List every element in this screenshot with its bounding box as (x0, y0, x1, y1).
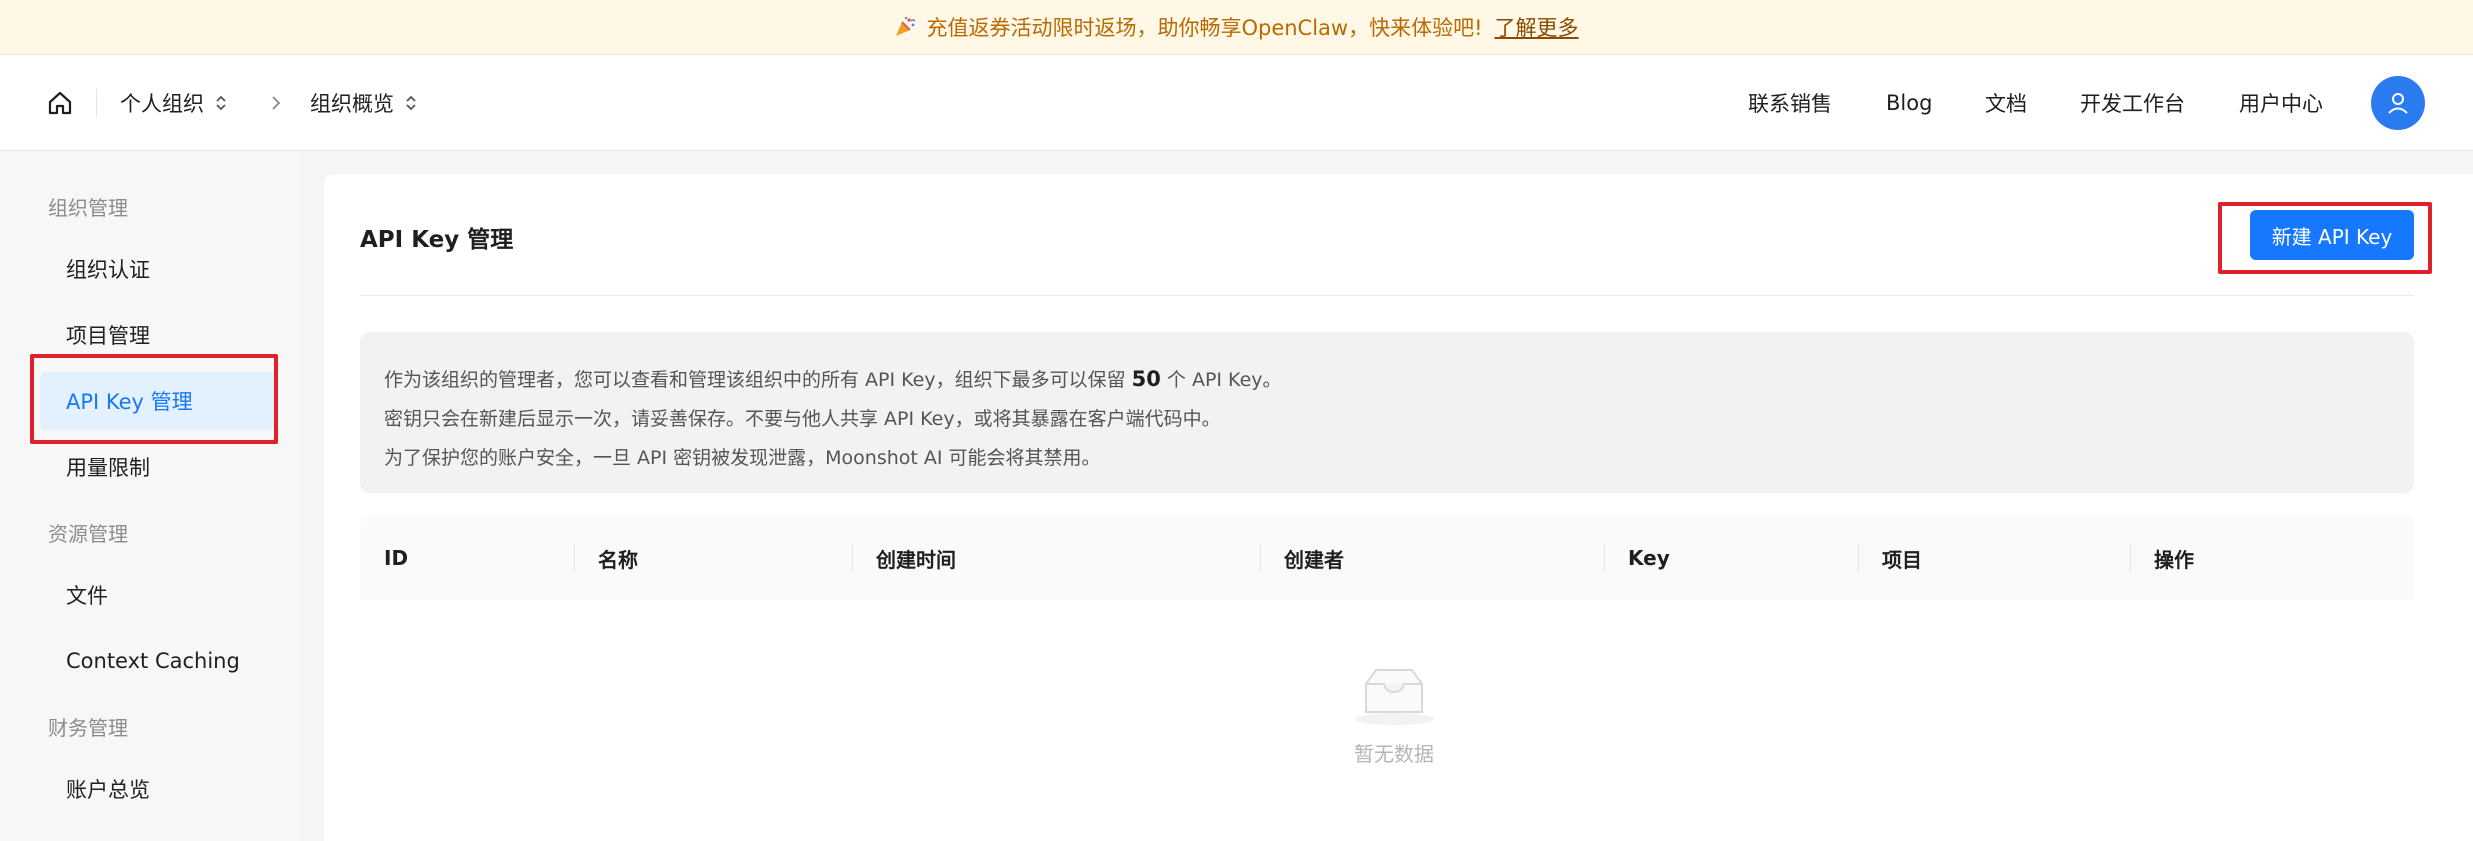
new-api-key-button[interactable]: 新建 API Key (2250, 210, 2414, 260)
breadcrumb-overview-label: 组织概览 (310, 92, 394, 116)
empty-inbox-icon (1354, 669, 1434, 725)
nav-contact-sales[interactable]: 联系销售 (1748, 89, 1832, 117)
sidebar: 组织管理 组织认证 项目管理 API Key 管理 用量限制 资源管理 文件 C… (0, 152, 300, 841)
title-divider (360, 295, 2414, 296)
header-divider (96, 89, 97, 117)
user-icon (2388, 93, 2408, 114)
sidebar-group-finance: 财务管理 (48, 716, 128, 740)
column-separator (574, 544, 575, 572)
empty-state: 暂无数据 (1324, 664, 1464, 767)
empty-state-text: 暂无数据 (1354, 742, 1434, 766)
nav-dev-workbench[interactable]: 开发工作台 (2080, 89, 2185, 117)
sidebar-group-resources: 资源管理 (48, 522, 128, 546)
column-separator (2130, 544, 2131, 572)
chevron-right-icon (272, 96, 281, 110)
column-separator (1260, 544, 1261, 572)
notice-line-1: 作为该组织的管理者，您可以查看和管理该组织中的所有 API Key，组织下最多可… (384, 360, 2390, 400)
nav-user-center[interactable]: 用户中心 (2239, 89, 2323, 117)
sidebar-item-files[interactable]: 文件 (40, 566, 276, 624)
main-card: API Key 管理 新建 API Key 作为该组织的管理者，您可以查看和管理… (324, 174, 2473, 841)
column-created-time: 创建时间 (876, 547, 956, 572)
notice-key-limit: 50 (1131, 367, 1161, 391)
sidebar-group-org: 组织管理 (48, 196, 128, 220)
home-icon[interactable] (46, 89, 74, 117)
party-popper-icon (896, 16, 916, 36)
column-key: Key (1628, 546, 1670, 570)
notice-line-1-suffix: 个 API Key。 (1166, 369, 1282, 391)
chevron-updown-icon (406, 95, 416, 111)
info-notice: 作为该组织的管理者，您可以查看和管理该组织中的所有 API Key，组织下最多可… (360, 332, 2414, 493)
sidebar-item-projects[interactable]: 项目管理 (40, 306, 276, 364)
promo-banner: 充值返券活动限时返场，助你畅享OpenClaw，快来体验吧! 了解更多 (0, 0, 2473, 55)
table-header: ID 名称 创建时间 创建者 Key 项目 操作 (360, 517, 2414, 599)
column-project: 项目 (1882, 547, 1922, 572)
column-actions: 操作 (2154, 547, 2194, 572)
breadcrumb-organization[interactable]: 个人组织 (120, 89, 228, 117)
breadcrumb-org-label: 个人组织 (120, 92, 204, 116)
nav-docs[interactable]: 文档 (1985, 89, 2027, 117)
top-header: 个人组织 组织概览 联系销售 Blog 文档 开发工作台 用户中心 (0, 55, 2473, 151)
column-name: 名称 (598, 547, 638, 572)
column-separator (1604, 544, 1605, 572)
notice-line-1-prefix: 作为该组织的管理者，您可以查看和管理该组织中的所有 API Key，组织下最多可… (384, 369, 1126, 391)
banner-text: 充值返券活动限时返场，助你畅享OpenClaw，快来体验吧! (926, 16, 1483, 40)
sidebar-item-org-verification[interactable]: 组织认证 (40, 240, 276, 298)
learn-more-link[interactable]: 了解更多 (1495, 12, 1579, 42)
notice-line-3: 为了保护您的账户安全，一旦 API 密钥被发现泄露，Moonshot AI 可能… (384, 447, 1101, 469)
sidebar-item-api-keys[interactable]: API Key 管理 (40, 372, 276, 430)
sidebar-item-context-caching[interactable]: Context Caching (40, 632, 276, 690)
sidebar-item-account-overview[interactable]: 账户总览 (40, 760, 276, 818)
column-separator (1858, 544, 1859, 572)
nav-blog[interactable]: Blog (1886, 89, 1932, 117)
chevron-updown-icon (216, 95, 226, 111)
sidebar-item-usage-limits[interactable]: 用量限制 (40, 438, 276, 496)
page-title: API Key 管理 (360, 227, 514, 253)
column-id: ID (384, 546, 409, 570)
column-separator (852, 544, 853, 572)
avatar[interactable] (2371, 76, 2425, 130)
notice-line-2: 密钥只会在新建后显示一次，请妥善保存。不要与他人共享 API Key，或将其暴露… (384, 408, 1221, 430)
column-creator: 创建者 (1284, 547, 1344, 572)
breadcrumb-overview[interactable]: 组织概览 (310, 89, 418, 117)
